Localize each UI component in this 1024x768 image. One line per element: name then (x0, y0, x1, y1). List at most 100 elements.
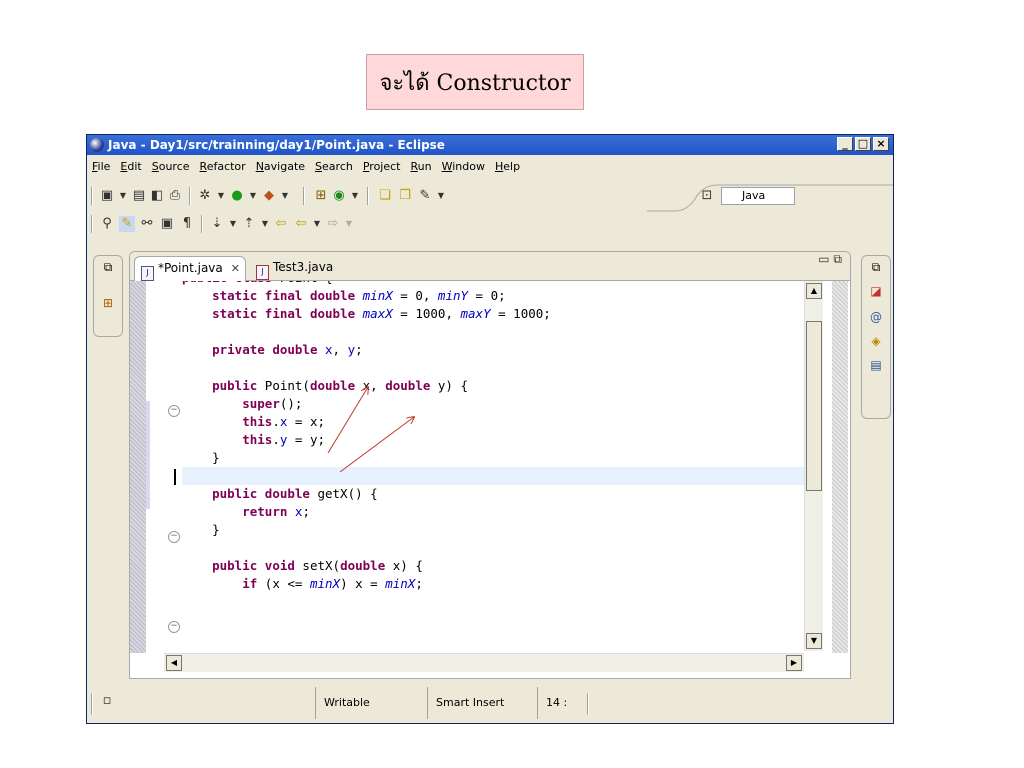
tab-test3-java[interactable]: J Test3.java (250, 256, 380, 280)
next-annotation-icon[interactable]: ⇣ (209, 216, 225, 232)
new-class-dropdown-icon[interactable]: ▼ (347, 188, 363, 204)
menu-window[interactable]: Window (437, 157, 490, 177)
minimize-button[interactable]: _ (837, 137, 853, 151)
new-package-icon[interactable]: ⊞ (313, 188, 329, 204)
run-dropdown-icon[interactable]: ▼ (245, 188, 261, 204)
menu-file[interactable]: File (87, 157, 115, 177)
window-title: Java - Day1/src/trainning/day1/Point.jav… (108, 138, 445, 152)
open-type-icon[interactable]: ❏ (377, 188, 393, 204)
maximize-button[interactable]: □ (855, 137, 871, 151)
open-perspective-icon[interactable]: ⊡ (699, 188, 715, 204)
forward-icon[interactable]: ⇨ (325, 216, 341, 232)
scroll-right-icon[interactable]: ▶ (786, 655, 802, 671)
menu-refactor[interactable]: Refactor (195, 157, 251, 177)
restore-right-icon[interactable]: ⧉ (869, 260, 883, 274)
menu-bar: File Edit Source Refactor Navigate Searc… (87, 157, 525, 177)
restore-icon[interactable]: ⧉ (101, 260, 115, 274)
debug-dropdown-icon[interactable]: ▼ (213, 188, 229, 204)
fold-getx-icon[interactable]: − (168, 531, 180, 543)
code-line-13: public double getX() { (212, 486, 378, 501)
vertical-scrollbar[interactable]: ▲ ▼ (804, 281, 823, 651)
debug-icon[interactable]: ✲ (197, 188, 213, 204)
eclipse-icon (90, 138, 104, 152)
show-pilcrow-icon[interactable]: ¶ (179, 216, 195, 232)
code-line-14: return x; (242, 504, 310, 519)
back-dropdown-icon[interactable]: ▼ (309, 216, 325, 232)
menu-help[interactable]: Help (490, 157, 525, 177)
next-annotation-dropdown-icon[interactable]: ▼ (225, 216, 241, 232)
vertical-scroll-thumb[interactable] (806, 321, 822, 491)
fold-constructor-icon[interactable]: − (168, 405, 180, 417)
scroll-up-icon[interactable]: ▲ (806, 283, 822, 299)
code-line-9: this.x = x; (242, 414, 326, 429)
new-class-icon[interactable]: ◉ (331, 188, 347, 204)
menu-run[interactable]: Run (406, 157, 437, 177)
show-whitespace-icon[interactable]: ▣ (159, 216, 175, 232)
menu-project[interactable]: Project (358, 157, 406, 177)
print-icon[interactable]: ⎙ (167, 188, 183, 204)
tab-point-java[interactable]: J *Point.java ✕ (134, 256, 246, 281)
prev-annotation-icon[interactable]: ⇡ (241, 216, 257, 232)
code-line-current (182, 467, 804, 485)
menu-search[interactable]: Search (310, 157, 358, 177)
javadoc-view-icon[interactable]: @ (869, 310, 883, 324)
run-icon[interactable]: ● (229, 188, 245, 204)
menu-edit[interactable]: Edit (115, 157, 146, 177)
code-line-10: this.y = y; (242, 432, 326, 447)
right-trim-stack: ⧉ ◪ @ ◈ ▤ (861, 255, 891, 419)
java-perspective-button[interactable]: Java (721, 187, 795, 205)
external-tools-dropdown-icon[interactable]: ▼ (277, 188, 293, 204)
fast-view-icon[interactable]: ▫ (99, 693, 115, 709)
code-line-3: static final double maxX = 1000, maxY = … (212, 306, 551, 321)
eclipse-window: Java - Day1/src/trainning/day1/Point.jav… (86, 134, 894, 724)
title-bar[interactable]: Java - Day1/src/trainning/day1/Point.jav… (87, 135, 893, 155)
new-dropdown-icon[interactable]: ▼ (115, 188, 131, 204)
open-folder-icon[interactable]: ❐ (397, 188, 413, 204)
scroll-left-icon[interactable]: ◀ (166, 655, 182, 671)
close-button[interactable]: × (873, 137, 889, 151)
scroll-down-icon[interactable]: ▼ (806, 633, 822, 649)
code-line-11: } (182, 450, 220, 465)
toggle-mark-occurrences-icon[interactable]: ✎ (119, 216, 135, 232)
forward-dropdown-icon[interactable]: ▼ (341, 216, 357, 232)
search-dropdown-icon[interactable]: ▼ (433, 188, 449, 204)
editor-tabs: J *Point.java ✕ J Test3.java ▭ ⧉ (130, 252, 850, 281)
caption-box: จะได้ Constructor (366, 54, 584, 110)
status-insert-mode: Smart Insert (427, 687, 537, 719)
menu-source[interactable]: Source (147, 157, 195, 177)
java-error-file-icon: J (256, 265, 269, 280)
console-view-icon[interactable]: ▤ (869, 358, 883, 372)
back-icon[interactable]: ⇦ (293, 216, 309, 232)
save-all-icon[interactable]: ◧ (149, 188, 165, 204)
search-icon[interactable]: ✎ (417, 188, 433, 204)
close-tab-icon[interactable]: ✕ (231, 262, 240, 275)
code-line-8: super(); (242, 396, 303, 411)
package-explorer-icon[interactable]: ⊞ (101, 296, 115, 310)
fold-setx-icon[interactable]: − (168, 621, 180, 633)
editor-min-max-icon[interactable]: ▭ ⧉ (818, 252, 842, 267)
perspective-switcher: ⊡ Java (695, 185, 887, 207)
horizontal-scrollbar[interactable]: ◀ ▶ (164, 653, 804, 672)
code-area[interactable]: public class Point { static final double… (182, 281, 804, 653)
external-tools-icon[interactable]: ◆ (261, 188, 277, 204)
editor-gutter: − − − (146, 281, 182, 653)
code-line-7: public Point(double x, double y) { (212, 378, 469, 393)
vertical-ruler (130, 281, 146, 653)
new-icon[interactable]: ▣ (99, 188, 115, 204)
left-trim-stack: ⧉ ⊞ (93, 255, 123, 337)
secondary-toolbar: ⚲ ✎ ⚯ ▣ ¶ ⇣ ▼ ⇡ ▼ ⇦ ⇦ ▼ ⇨ ▼ (87, 213, 893, 235)
java-editor: J *Point.java ✕ J Test3.java ▭ ⧉ − − − publ… (129, 251, 851, 679)
tab-point-java-label: *Point.java (158, 261, 223, 275)
declaration-view-icon[interactable]: ◈ (869, 334, 883, 348)
menu-navigate[interactable]: Navigate (251, 157, 310, 177)
hierarchy-view-icon[interactable]: ◪ (869, 284, 883, 298)
save-icon[interactable]: ▤ (131, 188, 147, 204)
java-file-icon: J (141, 266, 154, 281)
tab-test3-java-label: Test3.java (273, 260, 334, 274)
java-perspective-label: Java (742, 189, 766, 202)
code-line-18: if (x <= minX) x = minX; (242, 576, 423, 591)
toggle-breadcrumb-icon[interactable]: ⚯ (139, 216, 155, 232)
open-hierarchy-icon[interactable]: ⚲ (99, 216, 115, 232)
prev-annotation-dropdown-icon[interactable]: ▼ (257, 216, 273, 232)
last-edit-location-icon[interactable]: ⇦ (273, 216, 289, 232)
